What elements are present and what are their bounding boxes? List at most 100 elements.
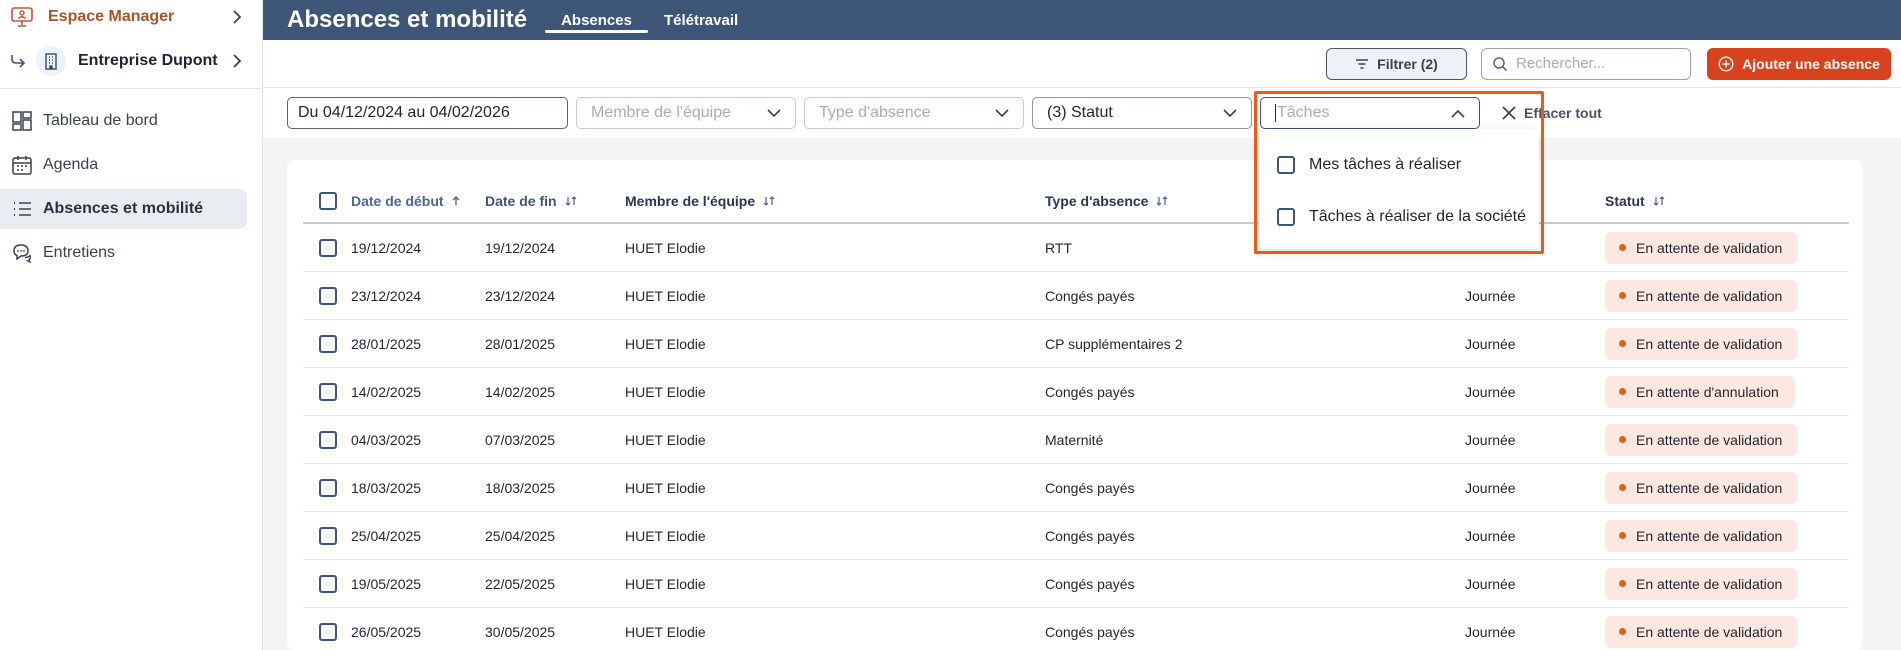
cell-end-date: 18/03/2025 (485, 479, 556, 496)
cell-type: Congés payés (1045, 623, 1135, 640)
absence-type-placeholder: Type d'absence (819, 104, 931, 121)
table-row[interactable]: 25/04/2025 25/04/2025 HUET Elodie Congés pa… (303, 512, 1849, 560)
cell-type: Congés payés (1045, 575, 1135, 592)
company-switcher[interactable]: Entreprise Dupont (0, 33, 262, 89)
filter-icon (1355, 58, 1369, 70)
cell-start-date: 23/12/2024 (351, 287, 422, 304)
row-checkbox[interactable] (319, 430, 337, 449)
row-checkbox[interactable] (319, 622, 337, 641)
row-checkbox[interactable] (319, 286, 337, 305)
table-header: Date de début Date de fin Membre de l'éq… (303, 180, 1849, 224)
table-row[interactable]: 19/05/2025 22/05/2025 HUET Elodie Congés pa… (303, 560, 1849, 608)
option-checkbox[interactable] (1277, 208, 1295, 226)
date-range-field[interactable]: Du 04/12/2024 au 04/02/2026 (287, 97, 568, 129)
clear-all-label: Effacer tout (1524, 105, 1602, 121)
status-dot (1619, 244, 1626, 251)
cell-duration: Journée (1465, 287, 1516, 304)
cell-end-date: 19/12/2024 (485, 239, 556, 256)
table-row[interactable]: 14/02/2025 14/02/2025 HUET Elodie Congés pa… (303, 368, 1849, 416)
header-end-date[interactable]: Date de fin (485, 193, 625, 209)
taches-placeholder-text: Tâches (1277, 104, 1330, 122)
row-checkbox[interactable] (319, 334, 337, 353)
taches-select[interactable]: Tâches (1260, 97, 1480, 129)
cell-duration: Journée (1465, 575, 1516, 592)
add-absence-button[interactable]: Ajouter une absence (1707, 47, 1891, 80)
tab-teletravail[interactable]: Télétravail (648, 0, 754, 40)
sidebar-item-entretiens[interactable]: Entretiens (0, 233, 254, 273)
status-badge: En attente de validation (1605, 519, 1799, 552)
cell-member: HUET Elodie (625, 575, 706, 592)
cell-duration: Journée (1465, 383, 1516, 400)
cell-start-date: 25/04/2025 (351, 527, 422, 544)
filter-button[interactable]: Filtrer (2) (1326, 47, 1467, 80)
table-row[interactable]: 23/12/2024 23/12/2024 HUET Elodie Congés pa… (303, 272, 1849, 320)
calendar-icon (10, 153, 34, 177)
cell-member: HUET Elodie (625, 479, 706, 496)
cell-end-date: 28/01/2025 (485, 335, 556, 352)
table-row[interactable]: 28/01/2025 28/01/2025 HUET Elodie CP supplé… (303, 320, 1849, 368)
status-text: En attente de validation (1636, 575, 1783, 592)
cell-end-date: 07/03/2025 (485, 431, 556, 448)
absences-card: Date de début Date de fin Membre de l'éq… (287, 160, 1863, 650)
absence-type-select[interactable]: Type d'absence (804, 97, 1024, 129)
cell-start-date: 26/05/2025 (351, 623, 422, 640)
option-checkbox[interactable] (1277, 156, 1295, 174)
option-label: Mes tâches à réaliser (1309, 156, 1462, 173)
page-header: Absences et mobilité Absences Télétravai… (263, 0, 1901, 40)
cell-type: Congés payés (1045, 383, 1135, 400)
member-select[interactable]: Membre de l'équipe (576, 97, 796, 129)
sidebar-item-label: Absences et mobilité (43, 200, 204, 217)
tab-absences[interactable]: Absences (545, 0, 648, 40)
header-start-date[interactable]: Date de début (345, 193, 485, 209)
filter-button-label: Filtrer (2) (1377, 55, 1438, 72)
sidebar-item-agenda[interactable]: Agenda (0, 145, 254, 185)
cell-type: Congés payés (1045, 527, 1135, 544)
close-icon (1502, 106, 1516, 120)
sidebar-item-absences[interactable]: Absences et mobilité (0, 189, 247, 229)
status-text: En attente de validation (1636, 239, 1783, 256)
header-member[interactable]: Membre de l'équipe (625, 193, 1045, 209)
row-checkbox[interactable] (319, 238, 337, 257)
table-row[interactable]: 26/05/2025 30/05/2025 HUET Elodie Congés pa… (303, 608, 1849, 650)
select-all-checkbox[interactable] (319, 192, 337, 210)
cell-member: HUET Elodie (625, 239, 706, 256)
cell-type: Congés payés (1045, 479, 1135, 496)
option-mes-taches[interactable]: Mes tâches à réaliser (1259, 139, 1539, 191)
status-select[interactable]: (3) Statut (1032, 97, 1252, 129)
table-row[interactable]: 04/03/2025 07/03/2025 HUET Elodie Maternité… (303, 416, 1849, 464)
cell-duration: Journée (1465, 431, 1516, 448)
date-range-value: Du 04/12/2024 au 04/02/2026 (298, 104, 510, 121)
search-box (1481, 47, 1691, 80)
table-row[interactable]: 19/12/2024 19/12/2024 HUET Elodie RTT En att… (303, 224, 1849, 272)
cell-member: HUET Elodie (625, 527, 706, 544)
status-dot (1619, 532, 1626, 539)
status-badge: En attente de validation (1605, 279, 1799, 312)
option-taches-societe[interactable]: Tâches à réaliser de la société (1259, 191, 1539, 243)
row-checkbox[interactable] (319, 574, 337, 593)
space-label: Espace Manager (48, 7, 175, 25)
chat-icon (10, 241, 34, 265)
taches-select-placeholder: Tâches (1275, 103, 1330, 122)
space-switcher[interactable]: Espace Manager (0, 0, 262, 33)
row-checkbox[interactable] (319, 478, 337, 497)
row-checkbox[interactable] (319, 382, 337, 401)
cell-end-date: 14/02/2025 (485, 383, 556, 400)
status-text: En attente de validation (1636, 335, 1783, 352)
status-dot (1619, 484, 1626, 491)
sidebar-item-dashboard[interactable]: Tableau de bord (0, 101, 254, 141)
clear-all-button[interactable]: Effacer tout (1502, 105, 1602, 121)
table-row[interactable]: 18/03/2025 18/03/2025 HUET Elodie Congés pa… (303, 464, 1849, 512)
row-checkbox[interactable] (319, 526, 337, 545)
header-type-label: Type d'absence (1045, 193, 1149, 209)
status-badge: En attente de validation (1605, 327, 1799, 360)
taches-dropdown-menu: Mes tâches à réaliser Tâches à réaliser … (1259, 129, 1539, 249)
header-status[interactable]: Statut (1605, 193, 1845, 209)
search-input[interactable] (1516, 55, 1676, 72)
header-status-label: Statut (1605, 193, 1645, 209)
sidebar-nav: Tableau de bord Agenda Absences et mobil… (0, 89, 262, 273)
chevron-down-icon (995, 108, 1009, 118)
chevron-up-icon (1451, 109, 1465, 118)
status-dot (1619, 580, 1626, 587)
cell-member: HUET Elodie (625, 383, 706, 400)
status-badge: En attente de validation (1605, 567, 1799, 600)
